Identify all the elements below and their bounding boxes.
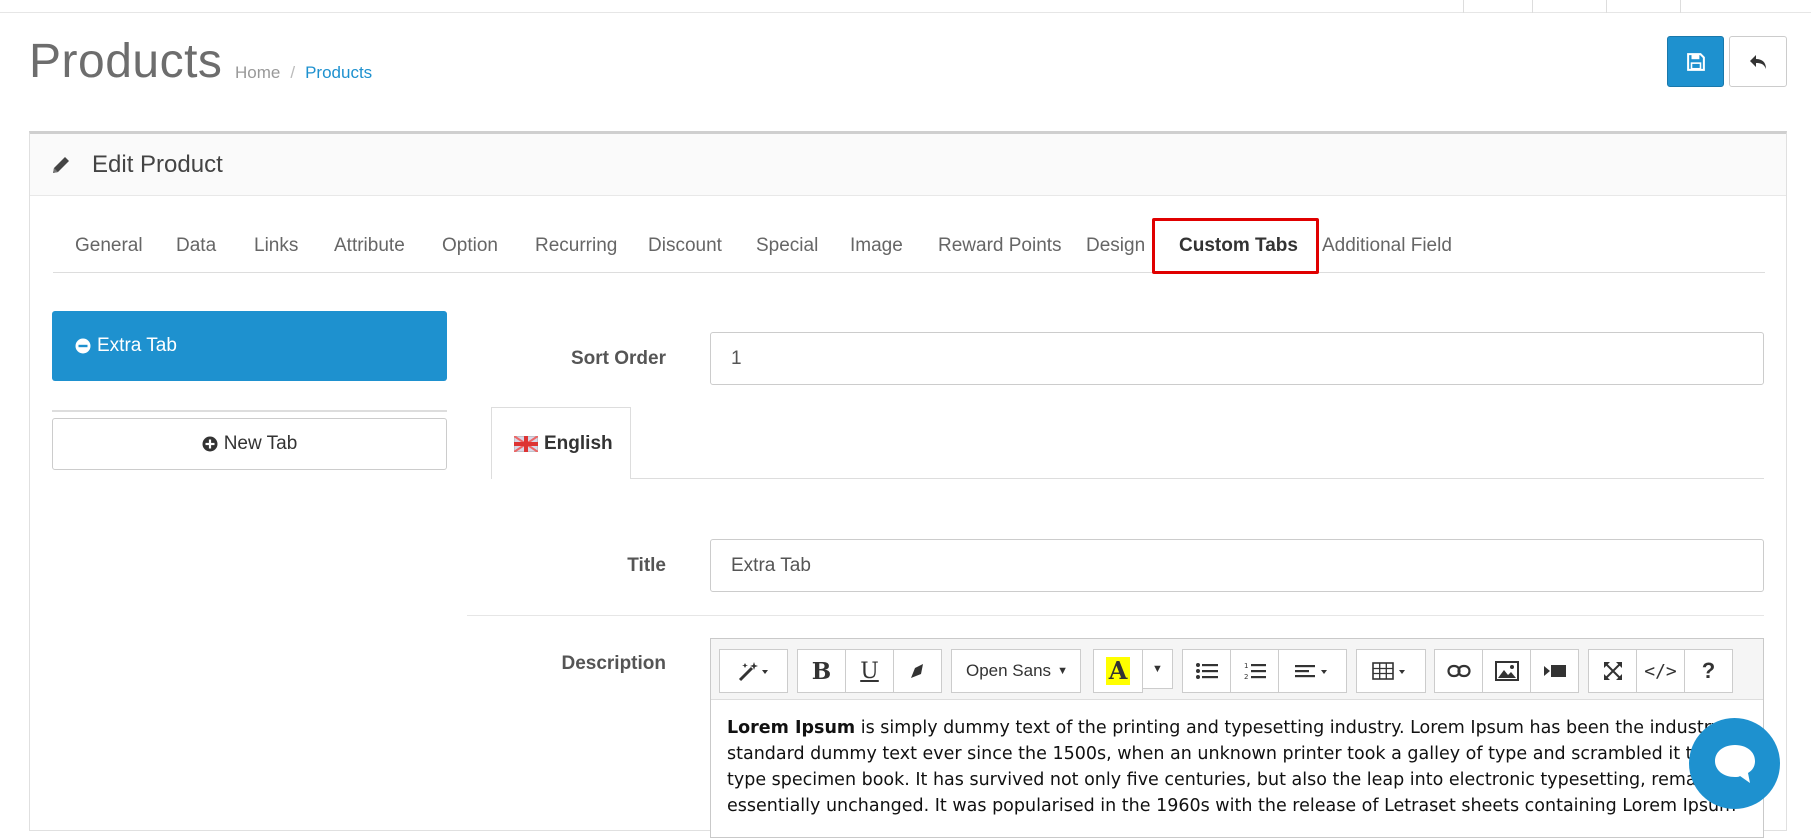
save-button[interactable] bbox=[1667, 36, 1724, 87]
editor-line: essentially unchanged. It was popularise… bbox=[727, 796, 1737, 816]
uk-flag-icon bbox=[514, 435, 538, 452]
navbar-divider bbox=[1532, 0, 1533, 13]
editor-content[interactable]: Lorem Ipsum is simply dummy text of the … bbox=[727, 715, 1767, 819]
video-button[interactable] bbox=[1530, 649, 1579, 693]
bold-text: Lorem Ipsum bbox=[727, 718, 856, 738]
language-tab-label: English bbox=[544, 432, 613, 454]
bold-button[interactable]: B bbox=[797, 649, 846, 693]
help-button[interactable]: ? bbox=[1684, 649, 1733, 693]
tab-links[interactable]: Links bbox=[254, 219, 298, 273]
reply-icon bbox=[1750, 54, 1766, 69]
clear-format-button[interactable] bbox=[893, 649, 942, 693]
tab-option[interactable]: Option bbox=[442, 219, 498, 273]
language-tabs-border bbox=[631, 478, 1764, 479]
numbered-list-icon: 1 2 bbox=[1244, 662, 1266, 681]
breadcrumb-separator: / bbox=[290, 63, 296, 82]
custom-tab-label: Extra Tab bbox=[97, 335, 177, 356]
tab-reward-points[interactable]: Reward Points bbox=[938, 219, 1062, 273]
chat-widget-button[interactable] bbox=[1689, 718, 1780, 809]
text-color-dropdown[interactable]: ▼ bbox=[1142, 649, 1173, 689]
ordered-list-button[interactable]: 1 2 bbox=[1230, 649, 1279, 693]
text-color-icon: A bbox=[1105, 657, 1131, 685]
divider bbox=[52, 410, 447, 412]
custom-tabs-highlight-box bbox=[1152, 218, 1319, 274]
unordered-list-button[interactable] bbox=[1182, 649, 1231, 693]
title-label: Title bbox=[627, 555, 666, 576]
language-tab-english[interactable]: English bbox=[491, 407, 631, 479]
caret-down-icon: ▼ bbox=[1152, 663, 1163, 675]
tab-data[interactable]: Data bbox=[176, 219, 216, 273]
bullet-list-icon bbox=[1195, 663, 1218, 679]
table-button[interactable] bbox=[1356, 649, 1426, 693]
sort-order-label: Sort Order bbox=[570, 348, 666, 369]
question-icon: ? bbox=[1701, 658, 1716, 683]
code-icon: </> bbox=[1644, 660, 1677, 682]
bold-icon: B bbox=[811, 657, 832, 685]
tab-general[interactable]: General bbox=[75, 219, 143, 273]
tab-recurring[interactable]: Recurring bbox=[535, 219, 617, 273]
expand-icon bbox=[1603, 662, 1622, 680]
font-family-value: Open Sans bbox=[966, 661, 1052, 680]
title-input[interactable]: Extra Tab bbox=[710, 539, 1764, 592]
tab-attribute[interactable]: Attribute bbox=[334, 219, 405, 273]
navbar-divider bbox=[1606, 0, 1607, 13]
panel-heading: Edit Product bbox=[30, 134, 1786, 196]
fullscreen-button[interactable] bbox=[1588, 649, 1637, 693]
pencil-icon bbox=[50, 154, 72, 181]
tab-additional-field[interactable]: Additional Field bbox=[1322, 219, 1452, 273]
underline-button[interactable]: U bbox=[845, 649, 894, 693]
navbar-divider bbox=[1680, 0, 1681, 13]
minus-circle-icon bbox=[75, 338, 91, 354]
new-tab-button[interactable]: New Tab bbox=[52, 418, 447, 470]
paragraph-align-button[interactable] bbox=[1278, 649, 1347, 693]
align-left-icon bbox=[1294, 665, 1327, 678]
editor-line: type specimen book. It has survived not … bbox=[727, 770, 1740, 790]
description-label: Description bbox=[561, 653, 666, 674]
save-icon bbox=[1686, 52, 1705, 71]
caret-down-icon: ▼ bbox=[1057, 665, 1068, 677]
description-editor: B U Open Sans ▼ A ▼ 1 2 </> ? Lorem Ipsu… bbox=[710, 638, 1764, 838]
svg-text:1: 1 bbox=[1244, 662, 1248, 670]
editor-line: Lorem Ipsum is simply dummy text of the … bbox=[727, 715, 1767, 741]
breadcrumb: Home / Products bbox=[235, 63, 372, 83]
editor-line-text: is simply dummy text of the printing and… bbox=[855, 718, 1736, 738]
eraser-icon bbox=[910, 664, 923, 678]
sort-order-input[interactable]: 1 bbox=[710, 332, 1764, 385]
new-tab-label: New Tab bbox=[223, 433, 298, 454]
style-dropdown-button[interactable] bbox=[719, 649, 788, 693]
underline-icon: U bbox=[860, 658, 879, 684]
editor-line: standard dummy text ever since the 1500s… bbox=[727, 744, 1747, 764]
top-navbar bbox=[0, 0, 1811, 13]
text-color-button[interactable]: A bbox=[1093, 649, 1143, 693]
font-family-select[interactable]: Open Sans ▼ bbox=[951, 649, 1081, 693]
form-row-divider bbox=[467, 615, 1764, 616]
tab-image[interactable]: Image bbox=[850, 219, 903, 273]
image-button[interactable] bbox=[1482, 649, 1531, 693]
link-icon bbox=[1446, 664, 1471, 678]
magic-wand-icon bbox=[738, 662, 768, 682]
svg-text:2: 2 bbox=[1244, 673, 1248, 681]
code-view-button[interactable]: </> bbox=[1636, 649, 1685, 693]
navbar-divider bbox=[1463, 0, 1464, 13]
editor-toolbar: B U Open Sans ▼ A ▼ 1 2 </> ? bbox=[711, 639, 1763, 700]
plus-circle-icon bbox=[202, 436, 218, 452]
product-tabs: General Data Links Attribute Option Recu… bbox=[53, 218, 1765, 274]
page-title: Products bbox=[29, 35, 223, 88]
video-icon bbox=[1543, 665, 1566, 677]
back-button[interactable] bbox=[1729, 36, 1787, 87]
panel-title: Edit Product bbox=[92, 151, 223, 178]
breadcrumb-products-link[interactable]: Products bbox=[305, 63, 372, 83]
link-button[interactable] bbox=[1434, 649, 1483, 693]
image-icon bbox=[1494, 661, 1519, 681]
tab-special[interactable]: Special bbox=[756, 219, 818, 273]
table-icon bbox=[1372, 662, 1405, 680]
breadcrumb-home-link[interactable]: Home bbox=[235, 63, 280, 83]
tab-discount[interactable]: Discount bbox=[648, 219, 722, 273]
tab-design[interactable]: Design bbox=[1086, 219, 1145, 273]
custom-tab-item[interactable]: Extra Tab bbox=[52, 311, 447, 381]
chat-icon bbox=[1714, 744, 1755, 783]
